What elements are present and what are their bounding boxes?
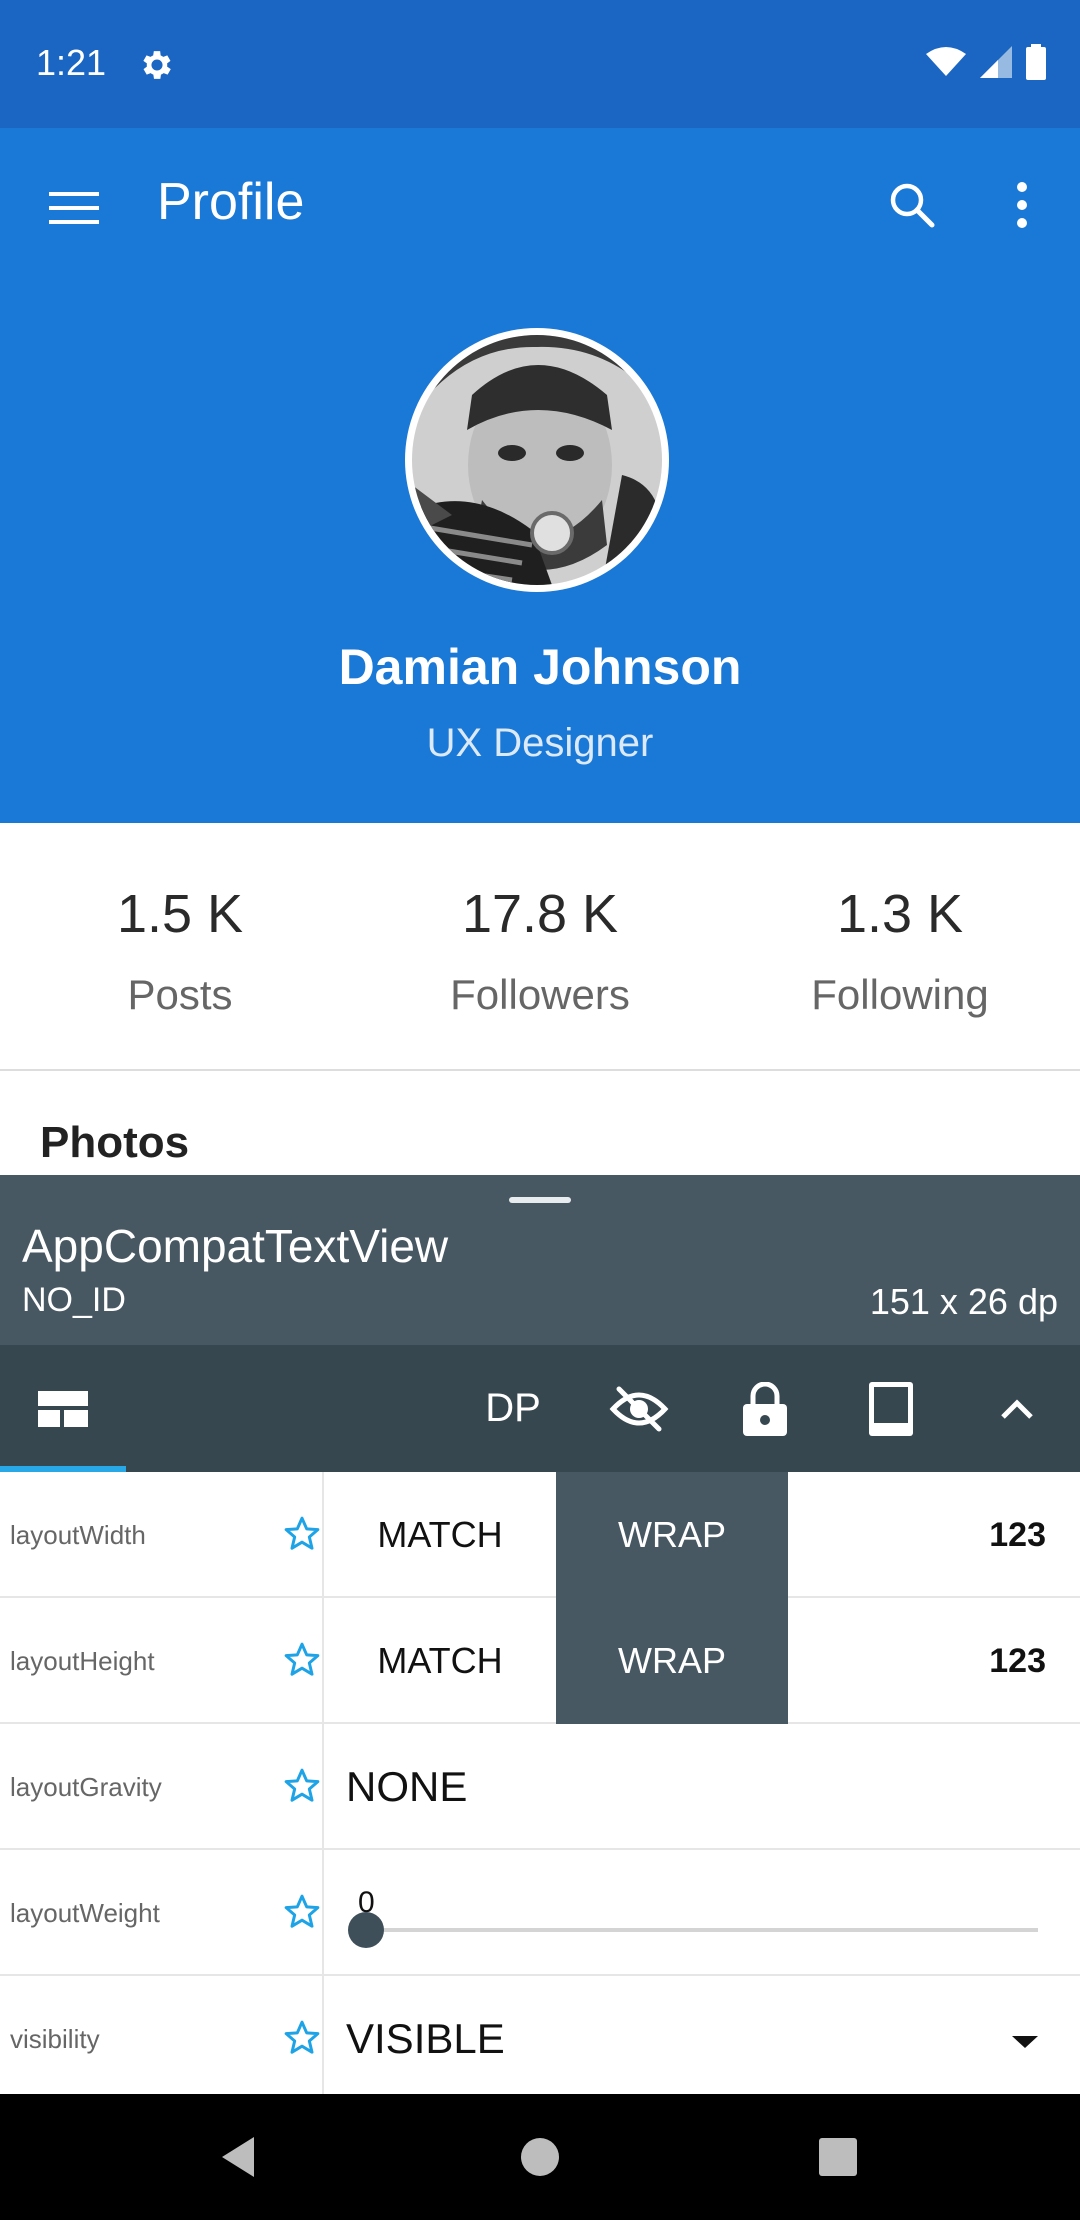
menu-button[interactable] [44, 178, 104, 238]
star-icon[interactable] [282, 1892, 322, 1932]
star-icon[interactable] [282, 1766, 322, 1806]
numeric-option[interactable]: 123 [926, 1598, 1046, 1724]
visibility-toggle-button[interactable] [576, 1345, 702, 1472]
device-frame-button[interactable] [828, 1345, 954, 1472]
status-time: 1:21 [36, 42, 107, 83]
wrap-option[interactable]: WRAP [556, 1598, 788, 1724]
hamburger-icon [49, 192, 99, 224]
visibility-dropdown[interactable]: VISIBLE [346, 1976, 505, 2102]
nav-home-button[interactable] [507, 2124, 573, 2190]
divider [322, 1724, 324, 1850]
view-size: 151 x 26 dp [869, 1281, 1058, 1322]
profile-name: Damian Johnson [338, 639, 742, 695]
stat-value: 1.3 K [836, 884, 964, 944]
divider [322, 1850, 324, 1976]
stat-label: Posts [127, 971, 233, 1018]
property-name: visibility [10, 2023, 100, 2054]
more-options-button[interactable] [990, 173, 1054, 237]
drag-handle[interactable] [509, 1197, 571, 1203]
stat-label: Following [811, 971, 989, 1018]
stat-followers[interactable]: 17.8 K Followers [360, 823, 720, 1069]
avatar[interactable] [405, 328, 669, 592]
eye-off-icon [609, 1386, 669, 1431]
view-id: NO_ID [22, 1281, 126, 1319]
inspector-panel-header: AppCompatTextView NO_ID 151 x 26 dp [0, 1175, 1080, 1345]
nav-back-button[interactable] [205, 2124, 271, 2190]
dropdown-arrow-icon[interactable] [1010, 2026, 1040, 2056]
star-icon[interactable] [282, 2018, 322, 2058]
profile-stats: 1.5 K Posts 17.8 K Followers 1.3 K Follo… [0, 823, 1080, 1071]
star-icon[interactable] [282, 1640, 322, 1680]
unit-toggle-button[interactable]: DP [450, 1345, 576, 1472]
more-vert-icon [1017, 182, 1027, 228]
property-row-layout-gravity: layoutGravity NONE [0, 1724, 1080, 1850]
tab-layout[interactable] [0, 1345, 126, 1472]
property-name: layoutWeight [10, 1897, 160, 1928]
nav-recents-button[interactable] [805, 2124, 871, 2190]
property-row-layout-width: layoutWidth MATCH WRAP 123 [0, 1472, 1080, 1598]
device-icon [869, 1381, 913, 1436]
match-option[interactable]: MATCH [324, 1472, 556, 1598]
cell-signal-icon [980, 45, 1012, 83]
stat-value: 17.8 K [461, 884, 619, 944]
property-row-visibility: visibility VISIBLE [0, 1976, 1080, 2102]
system-nav-bar [0, 2094, 1080, 2220]
status-indicators [926, 43, 1046, 85]
stat-posts[interactable]: 1.5 K Posts [0, 823, 360, 1069]
inspector-toolbar: DP [0, 1345, 1080, 1472]
divider [322, 1976, 324, 2102]
star-icon[interactable] [282, 1514, 322, 1554]
back-triangle-icon [222, 2137, 254, 2177]
stat-label: Followers [450, 971, 630, 1018]
properties-list: layoutWidth MATCH WRAP 123 layoutHeight … [0, 1472, 1080, 2102]
chevron-up-icon [1001, 1398, 1033, 1419]
wrap-option[interactable]: WRAP [556, 1472, 788, 1598]
property-name: layoutHeight [10, 1645, 155, 1676]
property-name: layoutWidth [10, 1519, 146, 1550]
lock-icon [743, 1381, 787, 1436]
profile-role: UX Designer [426, 721, 654, 765]
search-button[interactable] [880, 173, 944, 237]
property-row-layout-weight: layoutWeight 0 [0, 1850, 1080, 1976]
photos-section-title: Photos [40, 1118, 190, 1167]
stat-following[interactable]: 1.3 K Following [720, 823, 1080, 1069]
settings-gear-icon [138, 46, 176, 84]
property-row-layout-height: layoutHeight MATCH WRAP 123 [0, 1598, 1080, 1724]
status-bar: 1:21 [0, 0, 1080, 128]
view-class-name: AppCompatTextView [22, 1220, 449, 1272]
profile-header: Profile Damian Johnson UX Designer [0, 128, 1080, 823]
search-icon [890, 183, 935, 228]
avatar-photo [412, 335, 662, 585]
gravity-value[interactable]: NONE [346, 1724, 467, 1850]
weight-slider-thumb[interactable] [348, 1912, 384, 1948]
stat-value: 1.5 K [116, 884, 244, 944]
wifi-icon [926, 46, 966, 83]
home-circle-icon [521, 2138, 559, 2176]
battery-icon [1026, 43, 1046, 85]
recents-square-icon [819, 2138, 857, 2176]
lock-button[interactable] [702, 1345, 828, 1472]
page-title: Profile [157, 173, 305, 231]
collapse-button[interactable] [954, 1345, 1080, 1472]
layout-icon [38, 1390, 88, 1427]
weight-slider-track[interactable] [366, 1928, 1038, 1932]
numeric-option[interactable]: 123 [926, 1472, 1046, 1598]
property-name: layoutGravity [10, 1771, 162, 1802]
match-option[interactable]: MATCH [324, 1598, 556, 1724]
